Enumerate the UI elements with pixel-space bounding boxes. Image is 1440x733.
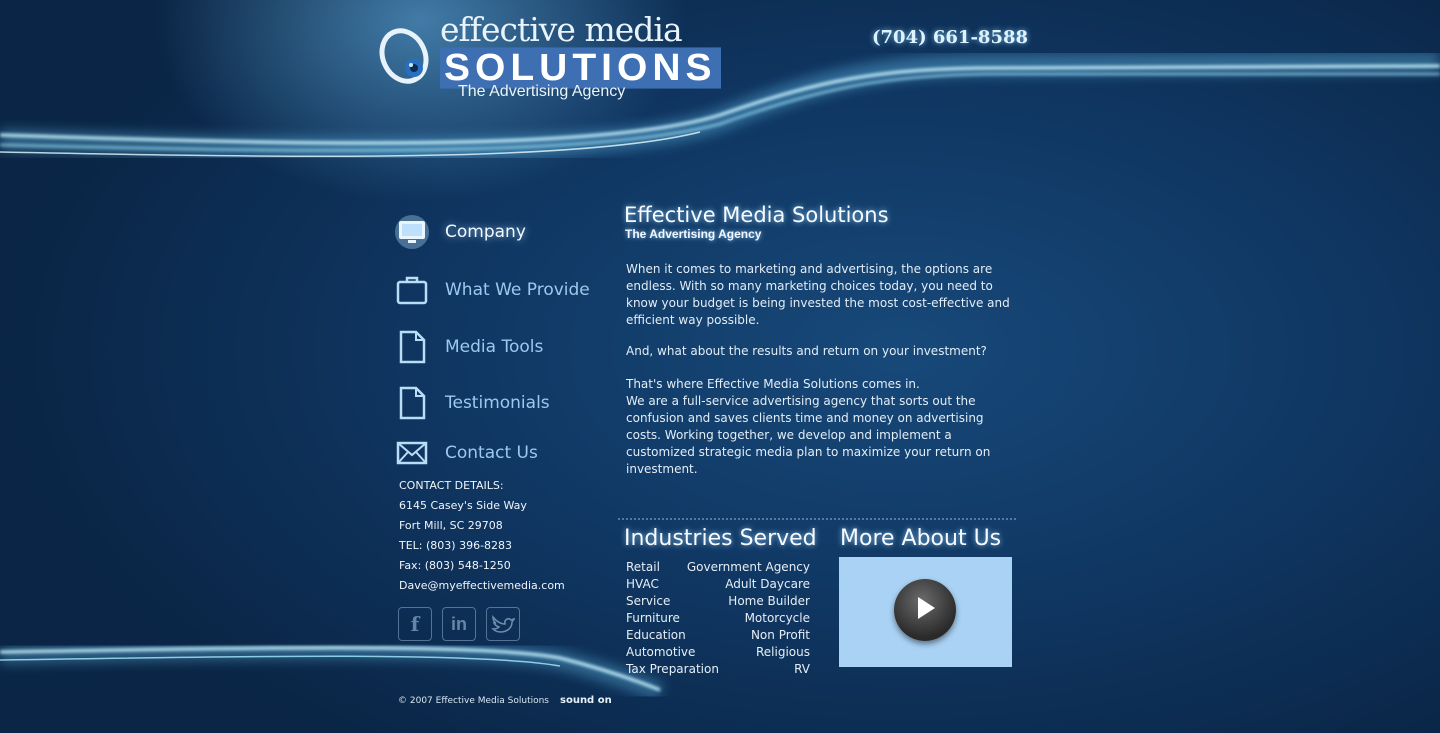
logo-wordmark-top: effective media [440, 10, 683, 49]
nav-item-media-tools[interactable]: Media Tools [394, 329, 543, 365]
about-video-player[interactable] [839, 557, 1012, 667]
sound-toggle[interactable]: sound on [560, 695, 612, 706]
contact-city: Fort Mill, SC 29708 [399, 519, 503, 532]
contact-heading: CONTACT DETAILS: [399, 479, 504, 492]
nav-label-media-tools: Media Tools [445, 337, 544, 357]
agency-paragraph: That's where Effective Media Solutions c… [626, 376, 1018, 478]
industry-item: Religious [756, 645, 810, 659]
agency-text-intro: That's where Effective Media Solutions c… [626, 377, 920, 391]
document-icon [394, 385, 430, 421]
section-divider [618, 518, 1016, 520]
industry-item: Non Profit [750, 628, 810, 642]
contact-fax: Fax: (803) 548-1250 [399, 559, 511, 572]
eye-logo-icon [378, 28, 436, 94]
play-button[interactable] [894, 579, 956, 641]
contact-street: 6145 Casey's Side Way [399, 499, 527, 512]
facebook-icon[interactable]: f [398, 607, 432, 641]
question-text: And, what about the results and return o… [626, 344, 987, 358]
question-paragraph: And, what about the results and return o… [626, 343, 1026, 360]
industry-item: Adult Daycare [725, 577, 810, 591]
industries-list-right: Government Agency Adult Daycare Home Bui… [680, 559, 810, 678]
nav-label-testimonials: Testimonials [445, 393, 550, 413]
social-links: f in [398, 607, 520, 641]
page-title: Effective Media Solutions [624, 203, 889, 227]
nav-item-contact-us[interactable]: Contact Us [394, 435, 538, 471]
intro-paragraph: When it comes to marketing and advertisi… [626, 261, 1026, 329]
agency-text-body: We are a full-service advertising agency… [626, 394, 991, 476]
intro-text: When it comes to marketing and advertisi… [626, 262, 1010, 327]
contact-email[interactable]: Dave@myeffectivemedia.com [399, 579, 565, 599]
industries-title: Industries Served [624, 526, 817, 551]
document-icon [394, 329, 430, 365]
light-streak-top [0, 0, 1440, 200]
nav-item-what-we-provide[interactable]: What We Provide [394, 272, 590, 308]
contact-tel: TEL: (803) 396-8283 [399, 539, 513, 552]
contact-details: CONTACT DETAILS: 6145 Casey's Side Way F… [399, 479, 565, 599]
nav-label-what-we-provide: What We Provide [445, 280, 590, 300]
nav-item-testimonials[interactable]: Testimonials [394, 385, 550, 421]
copyright-text: © 2007 Effective Media Solutions [398, 696, 549, 706]
nav-item-company[interactable]: Company [394, 214, 526, 250]
briefcase-icon [394, 272, 430, 308]
light-streak-bottom [0, 600, 700, 710]
page-subtitle: The Advertising Agency [625, 227, 762, 241]
logo-tagline: The Advertising Agency [458, 83, 626, 100]
nav-label-company: Company [445, 222, 526, 242]
industry-item: Home Builder [728, 594, 810, 608]
industry-item: RV [794, 662, 810, 676]
phone-number: (704) 661-8588 [872, 27, 1029, 48]
logo[interactable]: effective media SOLUTIONS The Advertisin… [378, 10, 721, 110]
about-title: More About Us [840, 526, 1002, 551]
play-icon [913, 595, 937, 625]
envelope-icon [394, 435, 430, 471]
industry-item: Motorcycle [744, 611, 810, 625]
nav-label-contact-us: Contact Us [445, 443, 538, 463]
linkedin-icon[interactable]: in [442, 607, 476, 641]
twitter-bird-icon[interactable] [486, 607, 520, 641]
monitor-icon [394, 214, 430, 250]
industry-item: Government Agency [686, 560, 810, 574]
